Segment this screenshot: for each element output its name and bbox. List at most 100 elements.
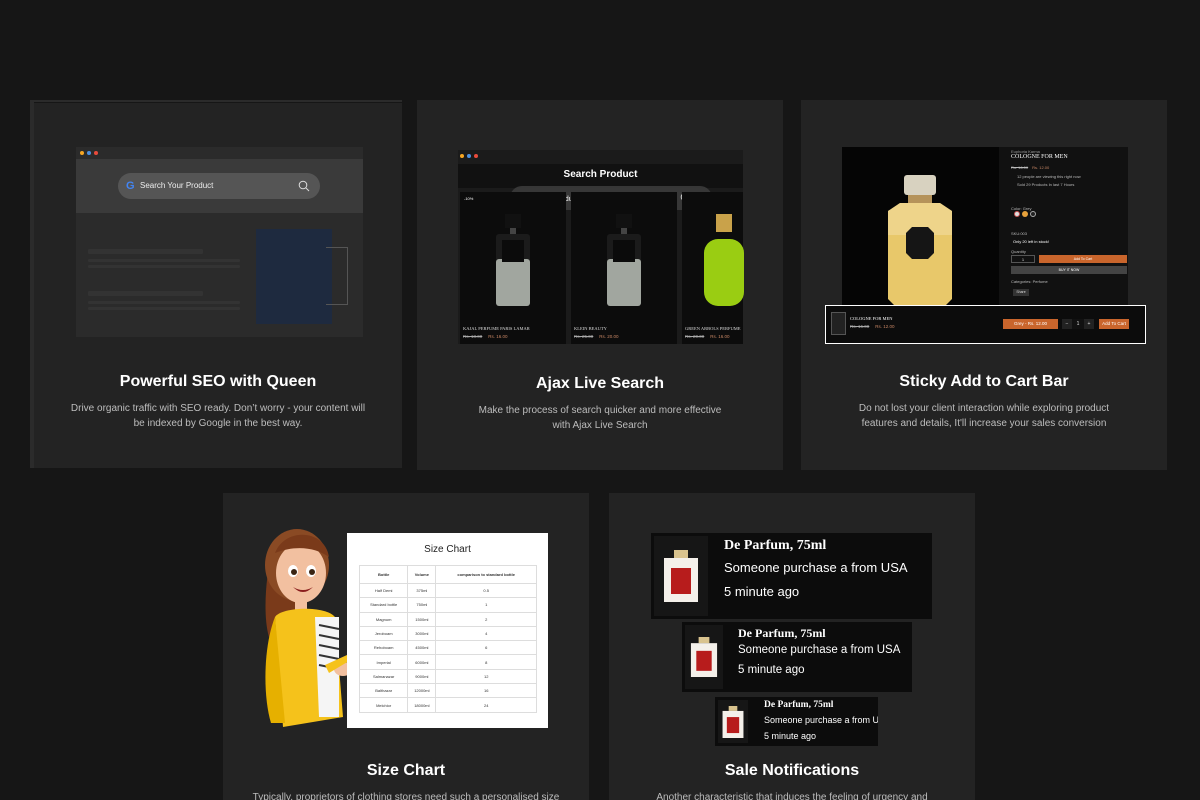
card-description: Make the process of search quicker and m… bbox=[437, 403, 763, 433]
table-cell: Salmanazar bbox=[358, 668, 409, 685]
column-header: comparison to standard bottle bbox=[435, 565, 537, 584]
bar-qty-value[interactable]: 1 bbox=[1072, 319, 1084, 329]
table-cell: 18000ml bbox=[407, 697, 437, 713]
table-row: Rehoboam 4500ml 6 bbox=[358, 640, 537, 656]
column-header: Bottle bbox=[358, 565, 409, 584]
desc-line: with Ajax Live Search bbox=[552, 420, 648, 431]
product-info-panel: Euphoria Karma COLOGNE FOR MEN Rs. 16.00… bbox=[999, 147, 1128, 310]
table-row: Standard bottle 750ml 1 bbox=[358, 597, 537, 613]
card-title: Ajax Live Search bbox=[535, 375, 665, 392]
color-label: Color: Grey bbox=[1011, 206, 1032, 211]
swatch-grey[interactable] bbox=[1014, 211, 1020, 217]
notification-image bbox=[718, 700, 748, 743]
search-placeholder: Search Your Product bbox=[140, 181, 214, 190]
stock-label: Only 20 left in stock! bbox=[1013, 239, 1050, 244]
quantity-label: Quantity bbox=[1011, 249, 1026, 254]
notification-message: Someone purchase a from USA bbox=[738, 644, 901, 656]
product-title: COLOGNE FOR MEN bbox=[1011, 154, 1068, 160]
quantity-stepper[interactable]: 1 bbox=[1011, 255, 1035, 263]
buy-now-button[interactable]: BUY IT NOW bbox=[1011, 266, 1127, 274]
notification-time: 5 minute ago bbox=[724, 584, 800, 599]
table-cell: Standard bottle bbox=[358, 597, 409, 613]
table-cell: 12 bbox=[435, 668, 537, 685]
desc-line: features and details, It'll increase you… bbox=[861, 418, 1107, 429]
notification-title: De Parfum, 75ml bbox=[738, 626, 826, 640]
search-input[interactable]: G Search Your Product bbox=[118, 173, 320, 199]
table-row: Salmanazar 9000ml 12 bbox=[358, 668, 537, 685]
table-cell: 8 bbox=[435, 654, 537, 670]
product-card[interactable]: KLEIN BEAUTY Rs. 25.00 Rs. 20.00 bbox=[571, 192, 677, 344]
product-price: Rs. 25.00 Rs. 20.00 bbox=[574, 334, 619, 339]
placeholder-line bbox=[88, 249, 203, 254]
notification-popup[interactable]: De Parfum, 75ml Someone purchase a from … bbox=[682, 622, 912, 692]
search-icon[interactable] bbox=[298, 180, 310, 192]
placeholder-line bbox=[88, 291, 203, 296]
bar-product-name: COLOGNE FOR MEN bbox=[850, 316, 893, 321]
table-cell: 1 bbox=[435, 597, 537, 613]
bar-qty-minus[interactable]: − bbox=[1062, 319, 1072, 329]
product-name: KLEIN BEAUTY bbox=[574, 326, 607, 331]
swatch-black[interactable] bbox=[1030, 211, 1036, 217]
table-cell: 4500ml bbox=[407, 640, 437, 656]
desc-line: Another characteristic that induces the … bbox=[656, 792, 928, 800]
viewing-count: 12 people are viewing this right now bbox=[1017, 174, 1081, 179]
categories-label: Categories: Perfume bbox=[1011, 279, 1048, 284]
search-product-heading: Search Product bbox=[563, 169, 638, 180]
seo-browser-mock: G Search Your Product bbox=[76, 147, 363, 337]
image-placeholder bbox=[256, 229, 332, 324]
card-title: Sale Notifications bbox=[724, 762, 860, 779]
table-cell: Rehoboam bbox=[358, 640, 409, 656]
google-icon: G bbox=[126, 180, 135, 192]
price-row: Rs. 16.00 Rs. 12.00 bbox=[1011, 165, 1050, 170]
table-cell: Magnum bbox=[358, 611, 409, 627]
bar-add-to-cart-button[interactable]: Add To Cart bbox=[1099, 319, 1129, 329]
perfume-bottle-icon bbox=[496, 214, 530, 306]
desc-line: Do not lost your client interaction whil… bbox=[858, 403, 1110, 414]
table-row: Balthazar 12000ml 16 bbox=[358, 683, 537, 699]
notification-message: Someone purchase a from USA bbox=[724, 560, 908, 575]
placeholder-line bbox=[88, 259, 240, 262]
perfume-bottle-icon bbox=[722, 706, 744, 738]
placeholder-line bbox=[88, 301, 240, 304]
share-button[interactable]: Share bbox=[1013, 289, 1029, 296]
sticky-add-to-cart-bar: COLOGNE FOR MEN Rs. 16.00 Rs. 12.00 Grey … bbox=[825, 305, 1146, 344]
product-image bbox=[842, 147, 999, 310]
card-description: Typically, proprietors of clothing store… bbox=[243, 790, 569, 800]
table-cell: 4 bbox=[435, 625, 537, 642]
swatch-orange[interactable] bbox=[1022, 211, 1028, 217]
bar-thumbnail bbox=[831, 312, 846, 335]
table-cell: Balthazar bbox=[358, 683, 409, 699]
cartoon-woman-illustration bbox=[265, 529, 352, 727]
table-cell: 375ml bbox=[407, 582, 437, 599]
table-cell: 1500ml bbox=[407, 611, 437, 627]
discount-badge: -10% bbox=[464, 196, 474, 201]
bar-qty-plus[interactable]: + bbox=[1084, 319, 1094, 329]
perfume-bottle-icon bbox=[690, 637, 718, 677]
table-cell: 3000ml bbox=[407, 625, 437, 642]
notification-popup[interactable]: De Parfum, 75ml Someone purchase a from … bbox=[715, 697, 878, 746]
size-chart-table: Bottle Volume comparison to standard bot… bbox=[358, 565, 537, 713]
card-description: Drive organic traffic with SEO ready. Do… bbox=[54, 401, 382, 431]
table-cell: 6 bbox=[435, 640, 537, 656]
bar-price: Rs. 16.00 Rs. 12.00 bbox=[850, 324, 895, 329]
variant-select[interactable]: Grey - Rs. 12.00 bbox=[1003, 319, 1058, 329]
product-price: Rs. 18.00 Rs. 16.00 bbox=[463, 334, 508, 339]
desc-line: Drive organic traffic with SEO ready. Do… bbox=[70, 403, 366, 414]
product-price: Rs. 20.00 Rs. 16.00 bbox=[685, 334, 730, 339]
column-header: Volume bbox=[407, 565, 437, 584]
product-card[interactable]: -10% KAJAL PERFUME PARIS LAMAR Rs. 18.00… bbox=[460, 192, 566, 344]
add-to-cart-button[interactable]: Add To Cart bbox=[1039, 255, 1127, 263]
notification-image bbox=[685, 625, 723, 689]
desc-line: Make the process of search quicker and m… bbox=[478, 405, 722, 416]
perfume-bottle-icon bbox=[607, 214, 641, 306]
table-cell: Imperial bbox=[358, 654, 409, 670]
table-cell: 0.5 bbox=[435, 582, 537, 599]
placeholder-line bbox=[88, 307, 240, 310]
notification-popup[interactable]: De Parfum, 75ml Someone purchase a from … bbox=[651, 533, 932, 619]
perfume-bottle-icon bbox=[704, 214, 744, 306]
product-card[interactable]: GREEN ARBOLS PERFUME Rs. 20.00 Rs. 16.00 bbox=[682, 192, 744, 344]
desc-line: be indexed by Google in the best way. bbox=[133, 418, 303, 429]
card-description: Another characteristic that induces the … bbox=[629, 790, 955, 800]
notification-image bbox=[654, 536, 708, 616]
window-dots bbox=[80, 151, 98, 155]
